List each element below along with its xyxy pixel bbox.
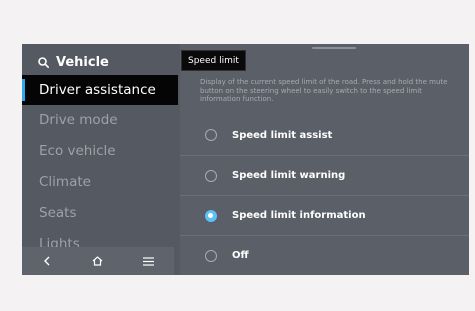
search-label: Vehicle xyxy=(56,54,109,70)
radio-button[interactable] xyxy=(205,169,217,182)
sidebar-item-label: Driver assistance xyxy=(39,82,156,98)
sidebar-item-seats[interactable]: Seats xyxy=(22,198,180,228)
sidebar-item-drive-mode[interactable]: Drive mode xyxy=(22,105,180,135)
sidebar-item-climate[interactable]: Climate xyxy=(22,167,180,197)
option-label: Speed limit warning xyxy=(232,170,346,181)
option-speed-limit-information[interactable]: Speed limit information xyxy=(180,195,469,235)
option-speed-limit-assist[interactable]: Speed limit assist xyxy=(180,115,469,155)
option-off[interactable]: Off xyxy=(180,235,469,275)
option-label: Speed limit information xyxy=(232,210,366,221)
bottom-nav-bar xyxy=(22,247,174,275)
sidebar-item-driver-assistance[interactable]: Driver assistance xyxy=(22,75,178,105)
sidebar-item-label: Climate xyxy=(39,174,91,190)
search-vehicle[interactable]: Vehicle xyxy=(38,52,109,72)
infotainment-screen: Vehicle Driver assistance Drive mode Eco… xyxy=(22,44,469,275)
settings-panel: Display of the current speed limit of th… xyxy=(180,44,469,275)
sidebar-item-eco-vehicle[interactable]: Eco vehicle xyxy=(22,136,180,166)
option-label: Off xyxy=(232,250,249,261)
menu-icon[interactable] xyxy=(134,249,164,273)
home-icon[interactable] xyxy=(83,249,113,273)
option-description: Display of the current speed limit of th… xyxy=(200,78,448,103)
radio-button[interactable] xyxy=(205,129,217,141)
sidebar-item-label: Eco vehicle xyxy=(39,143,116,159)
tooltip-speed-limit: Speed limit xyxy=(181,50,246,71)
sidebar-item-label: Seats xyxy=(39,205,77,221)
sidebar: Vehicle Driver assistance Drive mode Eco… xyxy=(22,44,180,275)
radio-button[interactable] xyxy=(205,249,217,262)
search-icon xyxy=(38,56,49,68)
back-icon[interactable] xyxy=(32,249,62,273)
option-label: Speed limit assist xyxy=(232,129,333,141)
sidebar-item-label: Drive mode xyxy=(39,112,118,128)
panel-drag-handle[interactable] xyxy=(312,47,356,49)
radio-button-selected[interactable] xyxy=(205,209,217,222)
option-speed-limit-warning[interactable]: Speed limit warning xyxy=(180,155,469,195)
